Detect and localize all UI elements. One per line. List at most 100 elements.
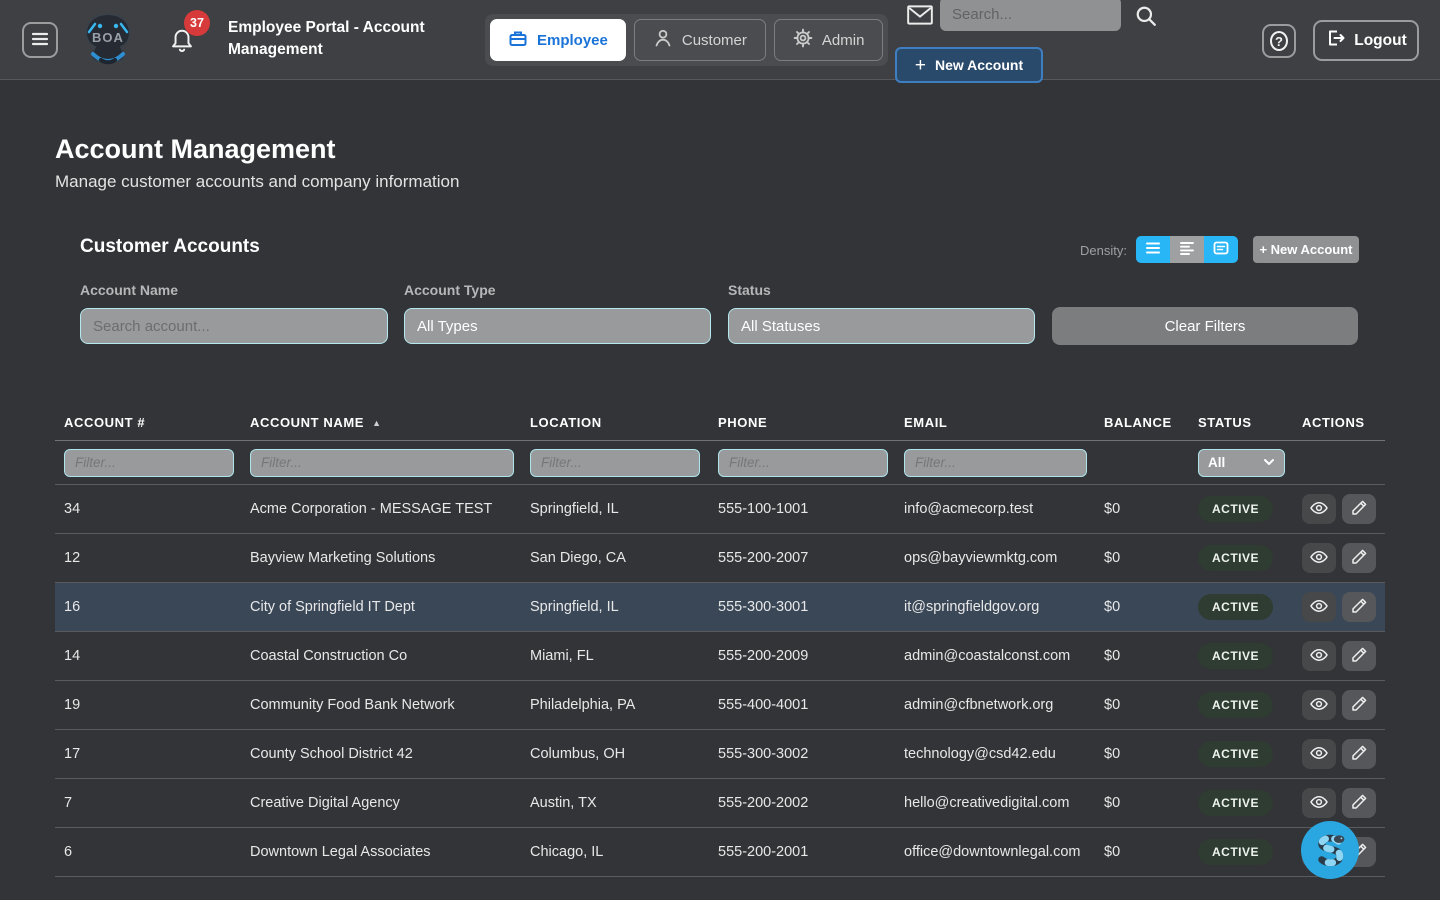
view-button[interactable] (1302, 592, 1336, 622)
view-button[interactable] (1302, 494, 1336, 524)
status-badge: ACTIVE (1198, 741, 1273, 767)
col-location[interactable]: LOCATION (530, 415, 718, 430)
pencil-icon (1350, 695, 1368, 716)
account-name-column-filter[interactable] (250, 449, 514, 477)
cell-actions (1302, 788, 1385, 818)
edit-button[interactable] (1342, 788, 1376, 818)
cell-location: San Diego, CA (530, 550, 718, 566)
table-row[interactable]: 7 Creative Digital Agency Austin, TX 555… (55, 779, 1385, 828)
table-row[interactable]: 17 County School District 42 Columbus, O… (55, 730, 1385, 779)
new-account-button[interactable]: + New Account (895, 47, 1043, 83)
edit-button[interactable] (1342, 592, 1376, 622)
help-button[interactable]: ? (1262, 24, 1296, 58)
eye-icon (1309, 596, 1329, 619)
cell-account-number: 6 (64, 844, 250, 860)
account-number-column-filter[interactable] (64, 449, 234, 477)
cell-actions (1302, 690, 1385, 720)
cell-location: Austin, TX (530, 795, 718, 811)
edit-button[interactable] (1342, 543, 1376, 573)
menu-button[interactable] (22, 22, 58, 58)
col-email[interactable]: EMAIL (904, 415, 1104, 430)
cobra-logo: BOA (79, 10, 137, 68)
edit-button[interactable] (1342, 690, 1376, 720)
location-column-filter[interactable] (530, 449, 700, 477)
panel-title: Customer Accounts (80, 236, 260, 258)
phone-column-filter[interactable] (718, 449, 888, 477)
density-compact-button[interactable] (1170, 236, 1204, 263)
cell-phone: 555-200-2002 (718, 795, 904, 811)
cell-account-name: Coastal Construction Co (250, 648, 530, 664)
col-balance[interactable]: BALANCE (1104, 415, 1198, 430)
cell-phone: 555-300-3001 (718, 599, 904, 615)
table-row[interactable]: 34 Acme Corporation - MESSAGE TEST Sprin… (55, 485, 1385, 534)
account-name-search-input[interactable] (80, 308, 388, 344)
chat-fab-button[interactable] (1301, 821, 1359, 879)
cell-phone: 555-200-2007 (718, 550, 904, 566)
status-select[interactable]: All Statuses (728, 308, 1035, 344)
density-label: Density: (1080, 243, 1127, 258)
snake-icon (1308, 827, 1352, 874)
status-badge: ACTIVE (1198, 545, 1273, 571)
logout-button[interactable]: Logout (1313, 20, 1419, 61)
col-account-name[interactable]: ACCOUNT NAME ▲ (250, 415, 530, 430)
screen: BOA 37 Employee Portal - Account Managem… (0, 0, 1440, 900)
view-button[interactable] (1302, 788, 1336, 818)
cell-balance: $0 (1104, 844, 1198, 860)
role-tabs: Employee Customer Admin (485, 14, 888, 66)
cell-location: Philadelphia, PA (530, 697, 718, 713)
cell-account-name: Bayview Marketing Solutions (250, 550, 530, 566)
table-row[interactable]: 14 Coastal Construction Co Miami, FL 555… (55, 632, 1385, 681)
col-account-number[interactable]: ACCOUNT # (64, 415, 250, 430)
account-type-select[interactable]: All Types (404, 308, 711, 344)
accounts-table: ACCOUNT # ACCOUNT NAME ▲ LOCATION PHONE … (55, 405, 1385, 877)
edit-button[interactable] (1342, 739, 1376, 769)
cell-account-number: 16 (64, 599, 250, 615)
email-column-filter[interactable] (904, 449, 1087, 477)
table-filter-row: All (55, 441, 1385, 485)
pencil-icon (1350, 793, 1368, 814)
question-circle-icon: ? (1270, 31, 1288, 51)
eye-icon (1309, 547, 1329, 570)
cell-phone: 555-200-2001 (718, 844, 904, 860)
messages-button[interactable] (900, 2, 940, 31)
pencil-icon (1350, 646, 1368, 667)
hamburger-icon (30, 29, 50, 52)
density-rows-button[interactable] (1136, 236, 1170, 263)
view-button[interactable] (1302, 641, 1336, 671)
tab-admin[interactable]: Admin (774, 19, 884, 61)
table-row[interactable]: 12 Bayview Marketing Solutions San Diego… (55, 534, 1385, 583)
tab-employee[interactable]: Employee (490, 19, 626, 61)
table-header: ACCOUNT # ACCOUNT NAME ▲ LOCATION PHONE … (55, 405, 1385, 441)
table-row[interactable]: 16 City of Springfield IT Dept Springfie… (55, 583, 1385, 632)
view-button[interactable] (1302, 543, 1336, 573)
edit-button[interactable] (1342, 641, 1376, 671)
cell-email: office@downtownlegal.com (904, 844, 1104, 860)
table-row[interactable]: 19 Community Food Bank Network Philadelp… (55, 681, 1385, 730)
cell-account-number: 34 (64, 501, 250, 517)
cell-location: Springfield, IL (530, 501, 718, 517)
account-name-filter-label: Account Name (80, 282, 178, 298)
notifications-button[interactable]: 37 (168, 26, 212, 66)
clear-filters-button[interactable]: Clear Filters (1052, 307, 1358, 345)
view-button[interactable] (1302, 739, 1336, 769)
density-cards-button[interactable] (1204, 236, 1238, 263)
cell-account-name: County School District 42 (250, 746, 530, 762)
exit-arrow-icon (1325, 28, 1345, 53)
search-submit-button[interactable] (1129, 4, 1163, 31)
eye-icon (1309, 498, 1329, 521)
col-phone[interactable]: PHONE (718, 415, 904, 430)
cell-email: it@springfieldgov.org (904, 599, 1104, 615)
cell-actions (1302, 592, 1385, 622)
cell-account-number: 12 (64, 550, 250, 566)
tab-customer[interactable]: Customer (634, 19, 766, 61)
panel-new-account-button[interactable]: + New Account (1253, 236, 1359, 263)
status-badge: ACTIVE (1198, 790, 1273, 816)
col-status[interactable]: STATUS (1198, 415, 1302, 430)
edit-button[interactable] (1342, 494, 1376, 524)
cell-location: Chicago, IL (530, 844, 718, 860)
global-search-input[interactable] (940, 0, 1121, 31)
status-column-filter-select[interactable]: All (1198, 449, 1285, 477)
view-button[interactable] (1302, 690, 1336, 720)
table-row[interactable]: 6 Downtown Legal Associates Chicago, IL … (55, 828, 1385, 877)
pencil-icon (1350, 597, 1368, 618)
